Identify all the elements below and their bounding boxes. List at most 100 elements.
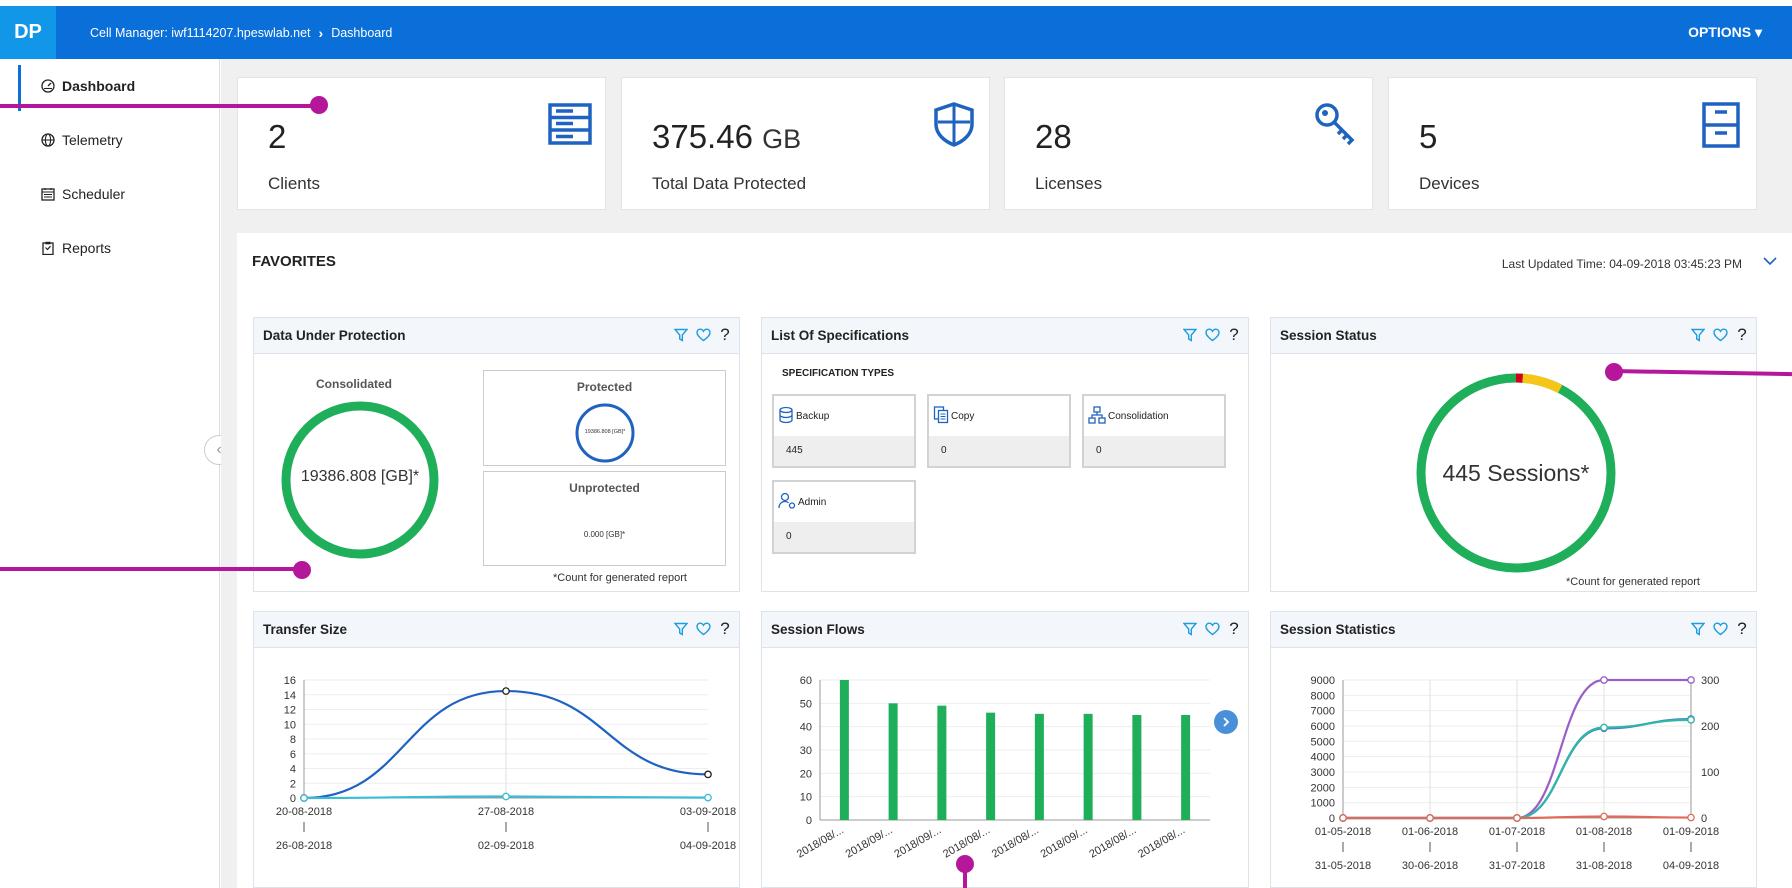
bar bbox=[839, 680, 849, 820]
breadcrumb: Cell Manager: iwf1114207.hpeswlab.net › … bbox=[90, 25, 392, 41]
data-point bbox=[300, 794, 308, 802]
stat-value: 2 bbox=[268, 118, 287, 155]
y-tick-label: 50 bbox=[800, 698, 812, 710]
data-point bbox=[502, 687, 510, 695]
bar bbox=[1132, 715, 1142, 820]
y-tick-label: 10 bbox=[800, 792, 812, 804]
panel-header: Session Statistics ? bbox=[1271, 612, 1756, 648]
x-tick-label: 20-08-2018 bbox=[276, 806, 332, 818]
filter-icon[interactable] bbox=[1182, 621, 1198, 637]
filter-icon[interactable] bbox=[1690, 327, 1706, 343]
consolidation-icon bbox=[1088, 405, 1106, 427]
x-tick-label: 2018/08/... bbox=[1087, 824, 1138, 860]
help-icon[interactable]: ? bbox=[1226, 325, 1242, 344]
favorite-heart-icon[interactable] bbox=[1204, 621, 1220, 637]
chevron-down-icon[interactable] bbox=[1760, 251, 1780, 271]
session-flows-chart[interactable]: 01020304050602018/08/...2018/09/...2018/… bbox=[762, 648, 1250, 888]
sidebar-item-scheduler[interactable]: Scheduler bbox=[12, 167, 219, 221]
favorite-heart-icon[interactable] bbox=[1712, 327, 1728, 343]
breadcrumb-cell-manager[interactable]: Cell Manager: iwf1114207.hpeswlab.net bbox=[90, 26, 311, 40]
last-updated-time: Last Updated Time: 04-09-2018 03:45:23 P… bbox=[1501, 257, 1742, 271]
stat-card-licenses[interactable]: 28 Licenses bbox=[1004, 77, 1373, 210]
x-tick-label: 2018/08/... bbox=[1136, 824, 1187, 860]
data-point bbox=[1687, 813, 1695, 822]
x-tick-label: 02-09-2018 bbox=[478, 840, 534, 852]
y-tick-label: 16 bbox=[284, 675, 296, 687]
server-icon bbox=[545, 100, 595, 150]
app-logo[interactable]: DP bbox=[0, 6, 56, 59]
y-tick-label: 8 bbox=[290, 734, 296, 746]
sidebar-item-telemetry[interactable]: Telemetry bbox=[12, 113, 219, 167]
copy-icon bbox=[933, 405, 949, 427]
x-tick-label: 01-07-2018 bbox=[1489, 826, 1545, 838]
x-tick-label: 01-06-2018 bbox=[1402, 826, 1458, 838]
help-icon[interactable]: ? bbox=[1734, 619, 1750, 638]
spec-label: Backup bbox=[796, 410, 830, 422]
filter-icon[interactable] bbox=[1182, 327, 1198, 343]
spec-card-admin[interactable]: Admin 0 bbox=[772, 480, 916, 554]
help-icon[interactable]: ? bbox=[717, 619, 733, 638]
panel-data-under-protection: Data Under Protection ? Consolidated 193… bbox=[253, 317, 740, 592]
sidebar: Dashboard Telemetry Scheduler Reports bbox=[12, 59, 220, 888]
favorite-heart-icon[interactable] bbox=[695, 327, 711, 343]
annotation-dot bbox=[956, 855, 974, 873]
filter-icon[interactable] bbox=[1690, 621, 1706, 637]
y-tick-label: 0 bbox=[290, 793, 296, 805]
favorite-heart-icon[interactable] bbox=[1204, 327, 1220, 343]
unprotected-label: Unprotected bbox=[569, 481, 640, 495]
data-point bbox=[1600, 723, 1608, 732]
x-tick-label: 01-08-2018 bbox=[1576, 826, 1632, 838]
bar bbox=[1034, 713, 1044, 820]
panel-actions: ? bbox=[1690, 325, 1750, 344]
stat-card-clients[interactable]: 2 Clients bbox=[237, 77, 606, 210]
options-menu-button[interactable]: OPTIONS ▾ bbox=[1688, 24, 1762, 41]
annotation-dot bbox=[293, 561, 311, 579]
data-point bbox=[1600, 812, 1608, 821]
data-point bbox=[1600, 676, 1608, 684]
y2-tick-label: 0 bbox=[1701, 813, 1707, 825]
data-point bbox=[1513, 814, 1521, 822]
x-tick-label: 2018/09/... bbox=[892, 824, 943, 860]
help-icon[interactable]: ? bbox=[1734, 325, 1750, 344]
clipboard-icon bbox=[40, 240, 56, 256]
unprotected-box[interactable]: Unprotected 0.000 [GB]* bbox=[483, 471, 726, 566]
y-tick-label: 14 bbox=[284, 690, 296, 702]
cabinet-icon bbox=[1696, 100, 1746, 150]
ring-warn-segment bbox=[1522, 373, 1563, 394]
data-point bbox=[704, 770, 712, 779]
spec-card-backup[interactable]: Backup 445 bbox=[772, 394, 916, 468]
sidebar-item-reports[interactable]: Reports bbox=[12, 221, 219, 275]
key-icon bbox=[1312, 100, 1362, 150]
annotation-dot bbox=[1605, 363, 1623, 381]
breadcrumb-dashboard[interactable]: Dashboard bbox=[331, 26, 392, 40]
spec-value: 0 bbox=[1096, 445, 1102, 456]
panel-transfer-size: Transfer Size ? 0 2 4 6 8 10 12 14 16 20-08-2018 2… bbox=[253, 611, 740, 888]
filter-icon[interactable] bbox=[673, 621, 689, 637]
help-icon[interactable]: ? bbox=[717, 325, 733, 344]
favorite-heart-icon[interactable] bbox=[695, 621, 711, 637]
y-tick-label: 1000 bbox=[1311, 798, 1335, 810]
spec-value: 445 bbox=[786, 445, 803, 456]
session-statistics-chart[interactable]: 0 1000 2000 3000 4000 5000 6000 7000 8000 9000 0 10… bbox=[1271, 648, 1758, 888]
protected-box[interactable]: Protected 19386.808 [GB]* bbox=[483, 370, 726, 466]
stat-card-total-data-protected[interactable]: 375.46 GB Total Data Protected bbox=[621, 77, 990, 210]
favorite-heart-icon[interactable] bbox=[1712, 621, 1728, 637]
panel-actions: ? bbox=[1182, 619, 1242, 638]
help-icon[interactable]: ? bbox=[1226, 619, 1242, 638]
spec-card-copy[interactable]: Copy 0 bbox=[927, 394, 1071, 468]
specification-types-heading: SPECIFICATION TYPES bbox=[782, 368, 895, 379]
panel-title: List Of Specifications bbox=[771, 328, 910, 343]
x-tick-label: 03-09-2018 bbox=[680, 806, 736, 818]
stat-value: 375.46 GB bbox=[652, 118, 802, 155]
x-tick-label: 27-08-2018 bbox=[478, 806, 534, 818]
y-tick-label: 40 bbox=[800, 722, 812, 734]
spec-card-consolidation[interactable]: Consolidation 0 bbox=[1082, 394, 1226, 468]
y-tick-label: 20 bbox=[800, 768, 812, 780]
chevron-right-icon bbox=[1223, 717, 1230, 727]
next-page-button[interactable] bbox=[1214, 710, 1238, 734]
transfer-size-chart[interactable]: 0 2 4 6 8 10 12 14 16 20-08-2018 26-08-2018 27-08-2… bbox=[254, 648, 741, 888]
y-tick-label: 8000 bbox=[1311, 690, 1335, 702]
filter-icon[interactable] bbox=[673, 327, 689, 343]
spec-label: Copy bbox=[951, 410, 975, 422]
stat-card-devices[interactable]: 5 Devices bbox=[1388, 77, 1757, 210]
